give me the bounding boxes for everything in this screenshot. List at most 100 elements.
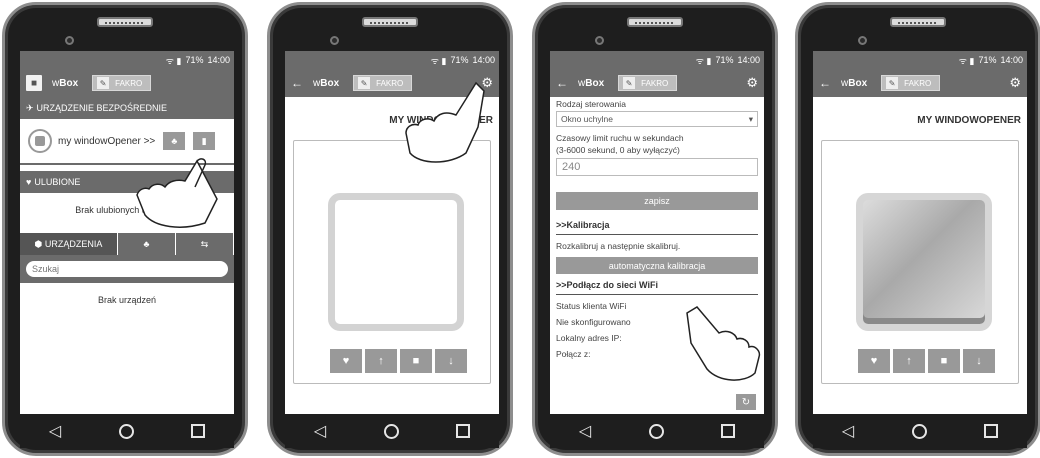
favorite-button[interactable]: ♥: [858, 349, 890, 373]
refresh-icon: ↻: [741, 396, 751, 408]
phone-1: ᯤ ▮ 71% 14:00 ■ wBox ✎ FAKRO ✈ URZĄDZENIE …: [2, 2, 248, 456]
nav-recents-icon[interactable]: [721, 424, 736, 438]
app-logo: wBox: [52, 77, 79, 89]
nav-home-icon[interactable]: [911, 423, 927, 439]
camera-icon: [858, 36, 867, 45]
save-button[interactable]: zapisz: [556, 192, 758, 210]
tab-scenes[interactable]: ⇆: [176, 233, 234, 255]
device-control-screen-open: ᯤ ▮ 71% 14:00 ← wBox ✎ FAKRO ⚙ MY WINDOWO…: [813, 51, 1027, 414]
phone-4: ᯤ ▮ 71% 14:00 ← wBox ✎ FAKRO ⚙ MY WINDOWO…: [795, 2, 1040, 456]
favorite-button[interactable]: ♥: [330, 349, 362, 373]
battery-level: 71%: [978, 55, 997, 65]
window-open-illustration: [856, 193, 992, 331]
key-icon: ✎: [623, 77, 636, 89]
settings-screen: ᯤ ▮ 71% 14:00 ← wBox ✎ FAKRO ⚙ Rodzaj ste…: [550, 51, 764, 414]
account-button[interactable]: ✎ FAKRO: [881, 75, 941, 91]
nav-home-icon[interactable]: [648, 423, 664, 439]
window-status-panel: ♥ ↑ ■ ↓: [293, 140, 491, 384]
account-button[interactable]: ✎ FAKRO: [353, 75, 413, 91]
system-nav-bar: ◁: [813, 414, 1027, 448]
gear-icon[interactable]: ⚙: [746, 75, 758, 91]
stop-button[interactable]: ■: [928, 349, 960, 373]
control-buttons: ♥ ↑ ■ ↓: [330, 349, 467, 373]
connect-with-label: Połącz z:: [556, 349, 591, 359]
system-nav-bar: ◁: [550, 414, 764, 448]
window-closed-illustration: [328, 193, 464, 331]
status-bar: ᯤ ▮ 71% 14:00: [813, 51, 1027, 69]
search-input[interactable]: [26, 261, 228, 277]
gear-icon[interactable]: ⚙: [1009, 75, 1021, 91]
clock: 14:00: [737, 55, 760, 65]
system-nav-bar: ◁: [20, 414, 234, 448]
app-bar: ■ wBox ✎ FAKRO: [20, 69, 234, 97]
back-arrow-icon[interactable]: ←: [291, 76, 303, 90]
stop-round-button[interactable]: [28, 129, 52, 153]
open-button[interactable]: ↑: [893, 349, 925, 373]
time-limit-input[interactable]: 240: [556, 158, 758, 176]
nav-home-icon[interactable]: [383, 423, 399, 439]
back-arrow-icon[interactable]: ←: [556, 76, 568, 90]
battery-level: 71%: [715, 55, 734, 65]
device-title: MY WINDOWOPENER: [389, 115, 493, 126]
nav-home-icon[interactable]: [118, 423, 134, 439]
close-button[interactable]: ↓: [963, 349, 995, 373]
chevron-down-icon: ▾: [748, 113, 753, 124]
calibration-header: >>Kalibracja: [556, 220, 758, 235]
camera-icon: [330, 36, 339, 45]
calibration-text: Rozkalibruj a następnie skalibruj.: [556, 241, 681, 251]
nav-back-icon[interactable]: ◁: [842, 421, 854, 441]
control-type-select[interactable]: Okno uchylne ▾: [556, 111, 758, 127]
nav-recents-icon[interactable]: [984, 424, 999, 438]
status-bar: ᯤ ▮ 71% 14:00: [285, 51, 499, 69]
nav-back-icon[interactable]: ◁: [49, 421, 61, 441]
phone-3: ᯤ ▮ 71% 14:00 ← wBox ✎ FAKRO ⚙ Rodzaj ste…: [532, 2, 778, 456]
favorites-empty-message: Brak ulubionych urządzeń: [75, 205, 179, 215]
clock: 14:00: [1000, 55, 1023, 65]
heart-icon: ♥: [26, 177, 32, 187]
account-label: FAKRO: [376, 78, 404, 88]
app-bar: ← wBox ✎ FAKRO ⚙: [550, 69, 764, 97]
menu-button[interactable]: ■: [26, 75, 42, 91]
open-button[interactable]: ↑: [365, 349, 397, 373]
speaker-grille: [627, 17, 683, 27]
app-bar: ← wBox ✎ FAKRO ⚙: [813, 69, 1027, 97]
camera-icon: [595, 36, 604, 45]
nav-recents-icon[interactable]: [191, 424, 206, 438]
device-title: MY WINDOWOPENER: [917, 115, 1021, 126]
device-list-screen: ᯤ ▮ 71% 14:00 ■ wBox ✎ FAKRO ✈ URZĄDZENIE …: [20, 51, 234, 414]
signal-icon: ᯤ ▮: [695, 55, 712, 66]
device-name-link[interactable]: my windowOpener >>: [58, 136, 155, 147]
nav-recents-icon[interactable]: [456, 424, 471, 438]
nav-back-icon[interactable]: ◁: [314, 421, 326, 441]
account-label: FAKRO: [115, 78, 143, 88]
direct-device-row[interactable]: my windowOpener >> ♣ ▮: [20, 119, 234, 165]
tutorial-strip: ᯤ ▮ 71% 14:00 ■ wBox ✎ FAKRO ✈ URZĄDZENIE …: [0, 0, 1040, 458]
devices-empty-message: Brak urządzeń: [97, 295, 157, 305]
speaker-grille: [362, 17, 418, 27]
group-button[interactable]: ♣: [163, 132, 186, 150]
app-logo: wBox: [313, 77, 340, 89]
favorites-header: ♥ ULUBIONE: [20, 171, 234, 193]
phone-2: ᯤ ▮ 71% 14:00 ← wBox ✎ FAKRO ⚙ MY WINDOWO…: [267, 2, 513, 456]
wifi-client-status-label: Status klienta WiFi: [556, 301, 627, 311]
account-button[interactable]: ✎ FAKRO: [92, 75, 152, 91]
close-button[interactable]: ↓: [435, 349, 467, 373]
direct-device-header: ✈ URZĄDZENIE BEZPOŚREDNIE: [20, 97, 234, 119]
tab-groups[interactable]: ♣: [118, 233, 176, 255]
status-bar: ᯤ ▮ 71% 14:00: [20, 51, 234, 69]
delete-button[interactable]: ▮: [193, 132, 216, 150]
back-arrow-icon[interactable]: ←: [819, 76, 831, 90]
account-label: FAKRO: [904, 78, 932, 88]
refresh-button[interactable]: ↻: [736, 394, 756, 410]
account-button[interactable]: ✎ FAKRO: [618, 75, 678, 91]
settings-form: Rodzaj sterowania Okno uchylne ▾ Czasowy …: [550, 99, 764, 359]
nav-back-icon[interactable]: ◁: [579, 421, 591, 441]
auto-calibration-button[interactable]: automatyczna kalibracja: [556, 257, 758, 274]
clock: 14:00: [472, 55, 495, 65]
gear-icon[interactable]: ⚙: [481, 75, 493, 91]
status-bar: ᯤ ▮ 71% 14:00: [550, 51, 764, 69]
device-tabs: ⬢ URZĄDZENIA ♣ ⇆: [20, 233, 234, 255]
tab-devices[interactable]: ⬢ URZĄDZENIA: [20, 233, 118, 255]
stop-button[interactable]: ■: [400, 349, 432, 373]
time-limit-label: Czasowy limit ruchu w sekundach: [556, 133, 684, 143]
